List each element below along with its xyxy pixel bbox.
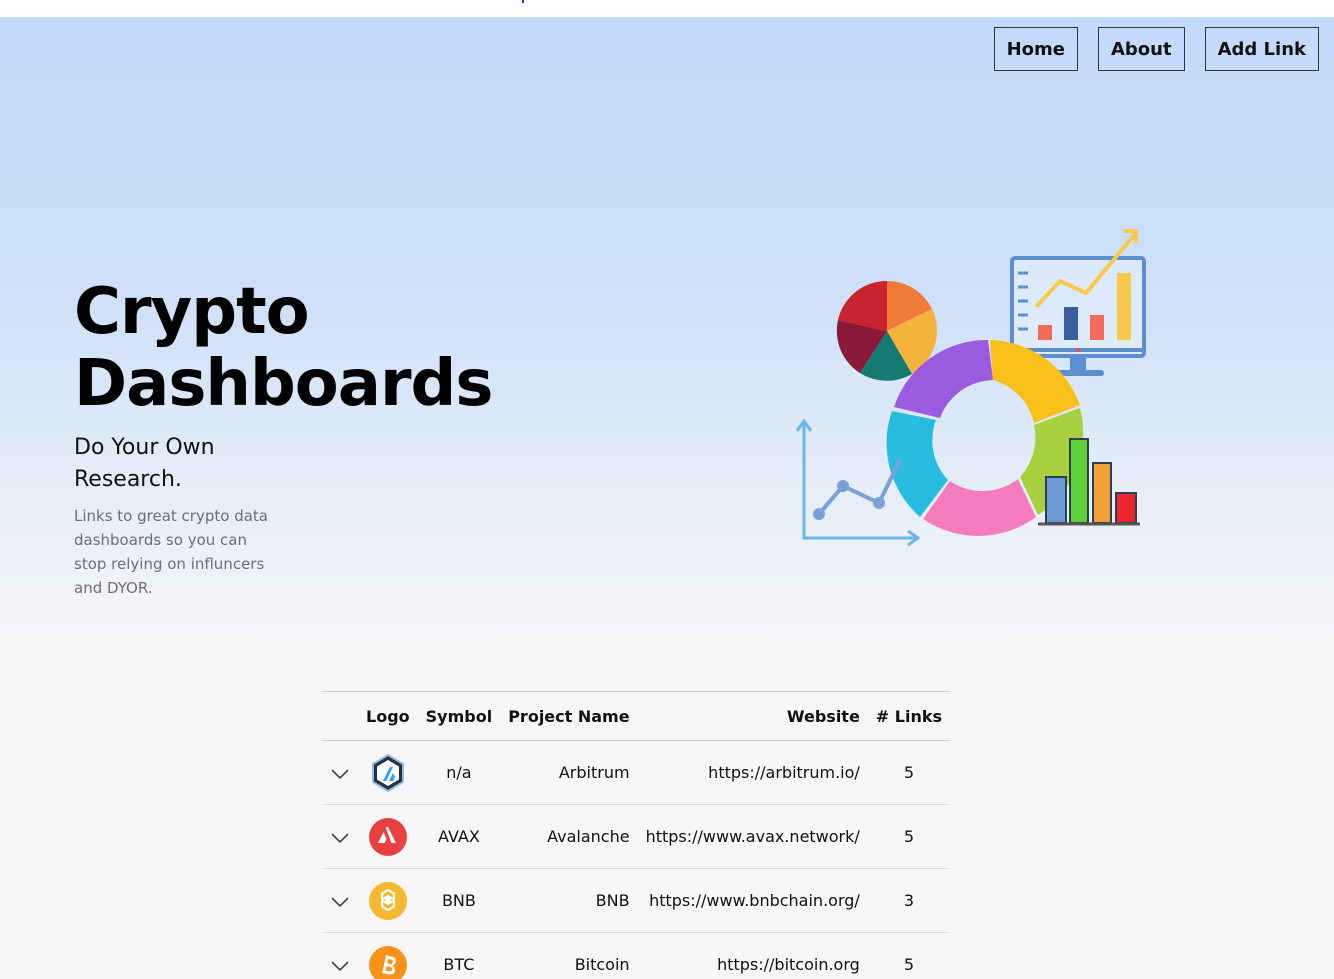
projects-table-container: Logo Symbol Project Name Website # Links… — [322, 691, 951, 979]
bnb-logo-icon — [368, 881, 407, 920]
chevron-down-icon[interactable] — [330, 832, 350, 844]
home-button[interactable]: Home — [993, 27, 1078, 71]
row-website-link[interactable]: https://www.avax.network/ — [638, 805, 868, 869]
avalanche-logo-icon — [368, 817, 407, 856]
tagline: Do Your Own Research. — [74, 435, 215, 492]
title-line-2: Dashboards — [74, 347, 493, 421]
row-symbol: n/a — [446, 763, 472, 782]
header-project-name[interactable]: Project Name — [500, 692, 637, 741]
add-link-button[interactable]: Add Link — [1204, 27, 1319, 71]
page-title: Crypto Dashboards — [74, 275, 493, 421]
table-row[interactable]: BNB BNB https://www.bnbchain.org/ 3 — [322, 869, 951, 933]
hero-description: Links to great crypto data dashboards so… — [74, 507, 268, 597]
table-header-row: Logo Symbol Project Name Website # Links — [322, 691, 951, 741]
chevron-down-icon[interactable] — [330, 768, 350, 780]
chevron-down-icon[interactable] — [330, 896, 350, 908]
table-row[interactable]: n/a Arbitrum https://arbitrum.io/ 5 — [322, 741, 951, 805]
row-project-name: Arbitrum — [558, 763, 630, 782]
row-symbol: BTC — [443, 955, 475, 974]
row-links-count: 5 — [903, 827, 914, 846]
browser-top-strip — [0, 0, 1334, 17]
bitcoin-logo-icon — [368, 945, 407, 979]
row-links-count: 5 — [903, 763, 914, 782]
header-symbol[interactable]: Symbol — [418, 692, 501, 741]
top-strip-mark — [522, 0, 524, 3]
projects-table: Logo Symbol Project Name Website # Links… — [322, 691, 951, 979]
dashboard-illustration — [795, 229, 1146, 547]
row-symbol: AVAX — [438, 827, 480, 846]
about-button[interactable]: About — [1097, 27, 1185, 71]
row-links-count: 5 — [903, 955, 914, 974]
header-links-count[interactable]: # Links — [868, 692, 950, 741]
arbitrum-logo-icon — [371, 753, 404, 792]
row-links-count: 3 — [903, 891, 914, 910]
row-project-name: Avalanche — [547, 827, 630, 846]
row-project-name: BNB — [595, 891, 630, 910]
chevron-down-icon[interactable] — [330, 960, 350, 972]
header-logo[interactable]: Logo — [358, 692, 418, 741]
header-website[interactable]: Website — [638, 692, 868, 741]
row-website-link[interactable]: https://bitcoin.org — [638, 933, 868, 979]
row-symbol: BNB — [441, 891, 476, 910]
top-nav: Home About Add Link — [993, 27, 1319, 71]
row-website-link[interactable]: https://www.bnbchain.org/ — [638, 869, 868, 933]
table-row[interactable]: AVAX Avalanche https://www.avax.network/… — [322, 805, 951, 869]
row-website-link[interactable]: https://arbitrum.io/ — [638, 741, 868, 805]
title-line-1: Crypto — [74, 275, 310, 349]
header-expand — [322, 692, 358, 741]
table-row[interactable]: BTC Bitcoin https://bitcoin.org 5 — [322, 933, 950, 979]
row-project-name: Bitcoin — [574, 955, 630, 974]
